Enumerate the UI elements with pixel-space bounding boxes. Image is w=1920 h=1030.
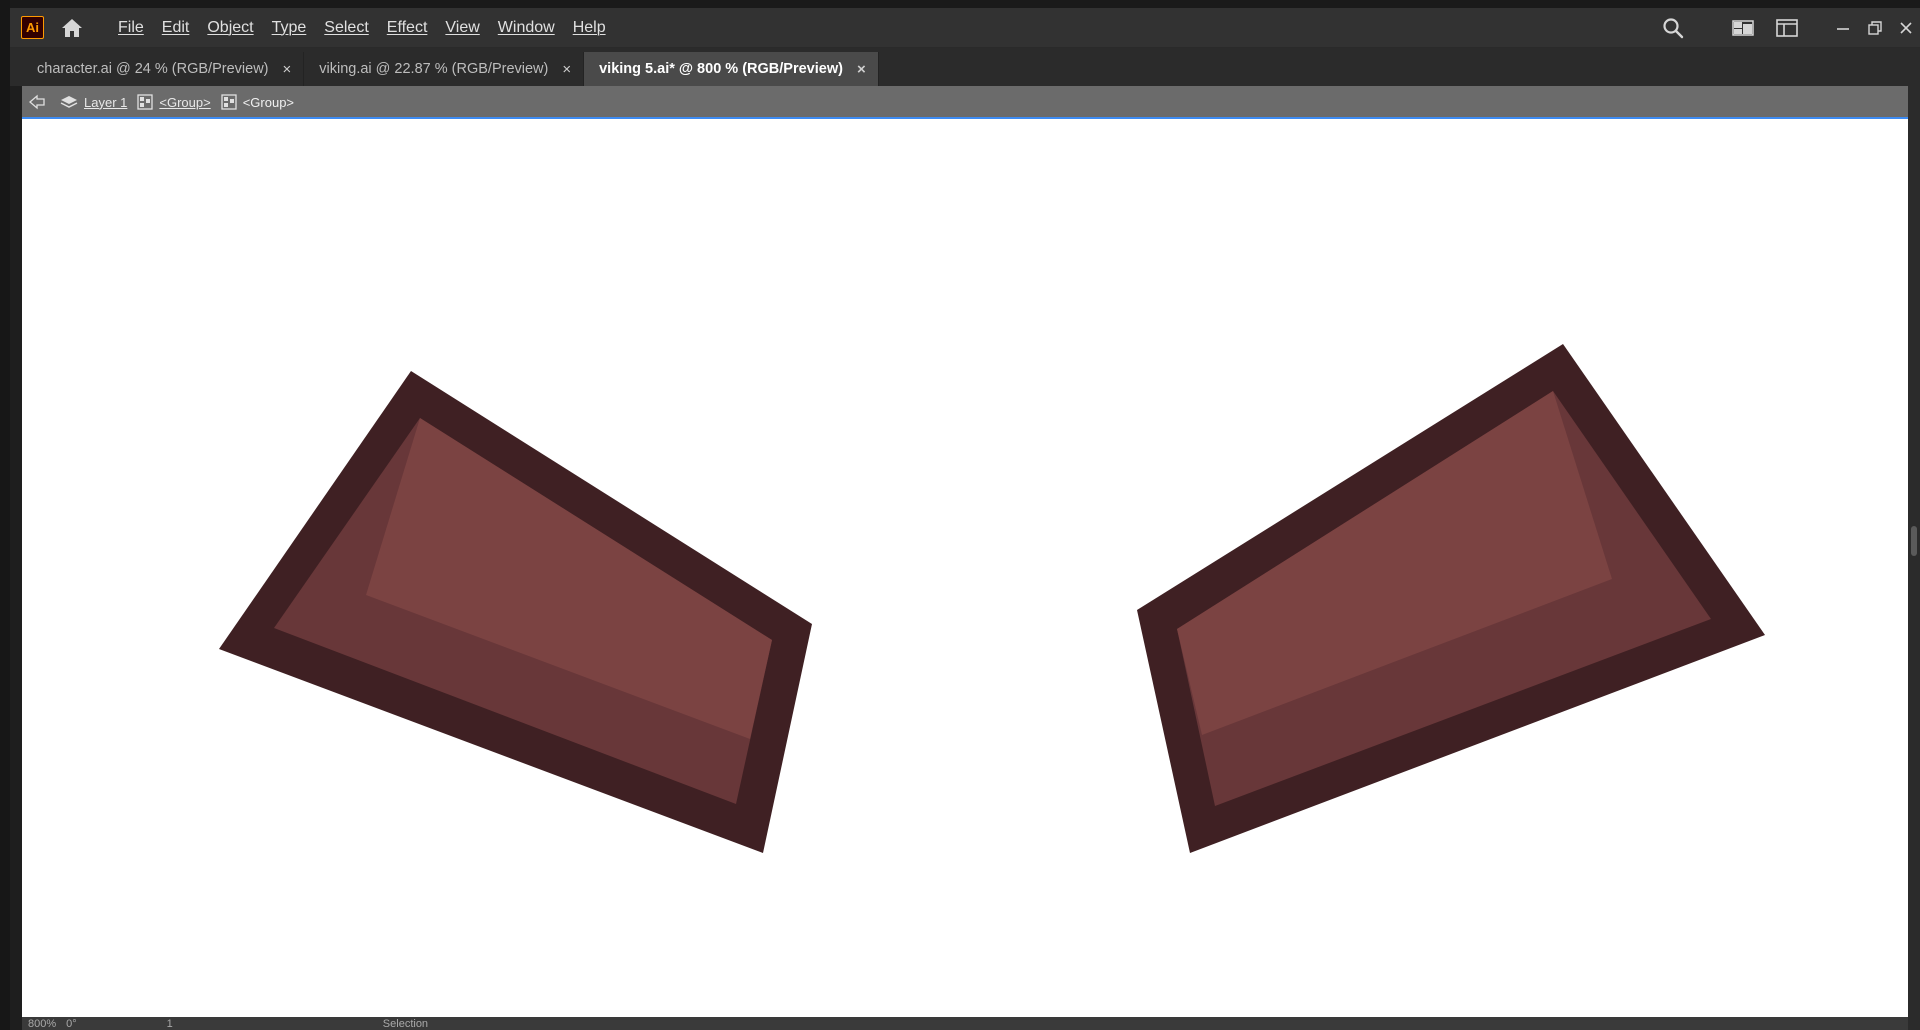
current-tool[interactable]: Selection [383, 1018, 428, 1030]
scrollbar-thumb[interactable] [1911, 526, 1917, 556]
minimize-icon [1837, 28, 1849, 30]
search-icon [1663, 18, 1684, 39]
minimize-button[interactable] [1828, 20, 1858, 36]
restore-button[interactable] [1858, 20, 1892, 36]
group-icon [221, 94, 237, 110]
search-button[interactable] [1658, 17, 1688, 39]
close-window-button[interactable] [1892, 21, 1920, 35]
tab-viking-5-ai[interactable]: viking 5.ai* @ 800 % (RGB/Preview) × [584, 52, 879, 86]
menu-window[interactable]: Window [498, 19, 555, 37]
home-icon [62, 18, 82, 37]
menu-list: File Edit Object Type Select Effect View… [118, 19, 624, 37]
layer-icon [60, 94, 78, 110]
close-icon [1900, 22, 1912, 34]
right-eyebrow-shape[interactable] [1137, 344, 1765, 853]
menu-type[interactable]: Type [272, 19, 307, 37]
menu-object[interactable]: Object [207, 19, 253, 37]
tab-viking-ai[interactable]: viking.ai @ 22.87 % (RGB/Preview) × [304, 52, 585, 86]
tab-close-icon[interactable]: × [857, 61, 866, 78]
window-left-edge [0, 0, 10, 1030]
workspace-switcher-button[interactable] [1772, 19, 1802, 37]
vertical-scrollbar[interactable] [1908, 86, 1920, 1030]
isolation-mode-breadcrumb: Layer 1 <Group> <Group> [22, 86, 1908, 118]
tab-label: character.ai @ 24 % (RGB/Preview) [37, 61, 269, 77]
menu-view[interactable]: View [445, 19, 479, 37]
tab-label: viking.ai @ 22.87 % (RGB/Preview) [319, 61, 549, 77]
menubar-right-controls [1658, 8, 1920, 48]
breadcrumb-group-1[interactable]: <Group> [159, 95, 210, 110]
arrange-documents-icon [1732, 20, 1754, 36]
tab-character-ai[interactable]: character.ai @ 24 % (RGB/Preview) × [22, 52, 305, 86]
menu-edit[interactable]: Edit [162, 19, 190, 37]
breadcrumb-layer[interactable]: Layer 1 [84, 95, 127, 110]
app-logo: Ai [21, 16, 44, 39]
back-arrow-button[interactable] [28, 94, 46, 110]
rotation-angle[interactable]: 0° [66, 1018, 77, 1030]
illustrator-window: Ai File Edit Object Type Select Effect V… [0, 0, 1920, 1030]
zoom-level[interactable]: 800% [28, 1018, 56, 1030]
tab-close-icon[interactable]: × [562, 61, 571, 78]
window-top-edge [0, 0, 1920, 8]
left-eyebrow-shape[interactable] [219, 371, 812, 853]
status-bar: 800% 0° 1 Selection [22, 1017, 1908, 1030]
tab-label: viking 5.ai* @ 800 % (RGB/Preview) [599, 61, 843, 77]
menu-file[interactable]: File [118, 19, 144, 37]
menu-bar: Ai File Edit Object Type Select Effect V… [10, 8, 1920, 48]
viking-eyebrows-artwork[interactable] [22, 119, 1908, 1017]
home-button[interactable] [58, 14, 86, 42]
tab-close-icon[interactable]: × [283, 61, 292, 78]
arrange-documents-button[interactable] [1728, 20, 1758, 36]
menu-help[interactable]: Help [573, 19, 606, 37]
menu-effect[interactable]: Effect [387, 19, 428, 37]
document-tab-bar: character.ai @ 24 % (RGB/Preview) × viki… [10, 48, 1920, 86]
menu-select[interactable]: Select [324, 19, 368, 37]
artboard-number[interactable]: 1 [167, 1018, 173, 1030]
back-arrow-icon [29, 94, 45, 110]
artboard-canvas[interactable] [22, 119, 1908, 1017]
restore-icon [1868, 21, 1882, 35]
breadcrumb-group-2: <Group> [242, 94, 295, 110]
workspace-panel-icon [1776, 19, 1798, 37]
group-icon [137, 94, 154, 110]
